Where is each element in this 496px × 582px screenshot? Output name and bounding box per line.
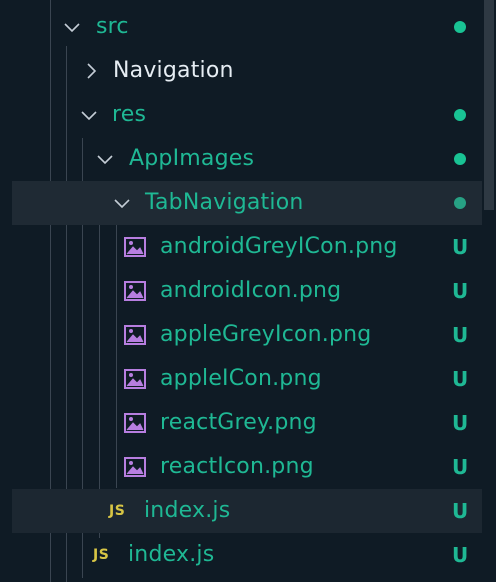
folder-label: res: [112, 102, 147, 127]
file-label: appleICon.png: [160, 366, 322, 391]
file-label: appleGreyIcon.png: [160, 322, 372, 347]
chevron-down-icon[interactable]: [60, 5, 84, 49]
untracked-badge: U: [452, 499, 469, 523]
folder-label: TabNavigation: [145, 190, 304, 215]
modified-dot-indicator: [454, 109, 466, 121]
tree-item-file[interactable]: appleICon.png U: [0, 357, 482, 401]
folder-label: Navigation: [113, 58, 234, 83]
untracked-badge: U: [452, 279, 469, 303]
image-file-icon: [124, 237, 146, 257]
folder-label: AppImages: [129, 146, 255, 171]
tree-item-tabnavigation-folder[interactable]: TabNavigation: [12, 181, 482, 225]
untracked-badge: U: [452, 323, 469, 347]
tree-item-navigation-folder[interactable]: Navigation: [0, 49, 482, 93]
file-label: reactGrey.png: [160, 410, 317, 435]
tree-item-res-index-js[interactable]: JS index.js U: [12, 489, 482, 533]
file-label: index.js: [144, 498, 231, 523]
tree-item-file[interactable]: reactGrey.png U: [0, 401, 482, 445]
tree-item-file[interactable]: androidIcon.png U: [0, 269, 482, 313]
tree-item-src-index-js[interactable]: JS index.js U: [0, 533, 482, 577]
untracked-badge: U: [452, 411, 469, 435]
tree-item-file[interactable]: androidGreyICon.png U: [0, 225, 482, 269]
tree-item-res-folder[interactable]: res: [0, 93, 482, 137]
file-label: reactIcon.png: [160, 454, 314, 479]
untracked-badge: U: [452, 455, 469, 479]
image-file-icon: [124, 325, 146, 345]
image-file-icon: [124, 457, 146, 477]
tree-item-appimages-folder[interactable]: AppImages: [0, 137, 482, 181]
file-label: androidGreyICon.png: [160, 234, 398, 259]
untracked-badge: U: [452, 543, 469, 567]
chevron-down-icon[interactable]: [110, 181, 134, 225]
folder-label: src: [96, 14, 129, 39]
javascript-file-icon: JS: [93, 547, 110, 563]
modified-dot-indicator: [454, 21, 466, 33]
image-file-icon: [124, 369, 146, 389]
modified-dot-indicator: [454, 153, 466, 165]
tree-item-file[interactable]: appleGreyIcon.png U: [0, 313, 482, 357]
file-label: androidIcon.png: [160, 278, 342, 303]
tree-item-src-folder[interactable]: src: [0, 5, 482, 49]
image-file-icon: [124, 413, 146, 433]
scrollbar-thumb[interactable]: [484, 0, 494, 210]
chevron-right-icon[interactable]: [79, 49, 103, 93]
tree-item-file[interactable]: reactIcon.png U: [0, 445, 482, 489]
modified-dot-indicator: [454, 197, 466, 209]
chevron-down-icon[interactable]: [77, 93, 101, 137]
untracked-badge: U: [452, 367, 469, 391]
image-file-icon: [124, 281, 146, 301]
file-label: index.js: [128, 542, 215, 567]
chevron-down-icon[interactable]: [93, 137, 117, 181]
javascript-file-icon: JS: [109, 503, 126, 519]
file-explorer-tree: src Navigation res AppImages TabNavigati…: [0, 0, 496, 582]
untracked-badge: U: [452, 235, 469, 259]
